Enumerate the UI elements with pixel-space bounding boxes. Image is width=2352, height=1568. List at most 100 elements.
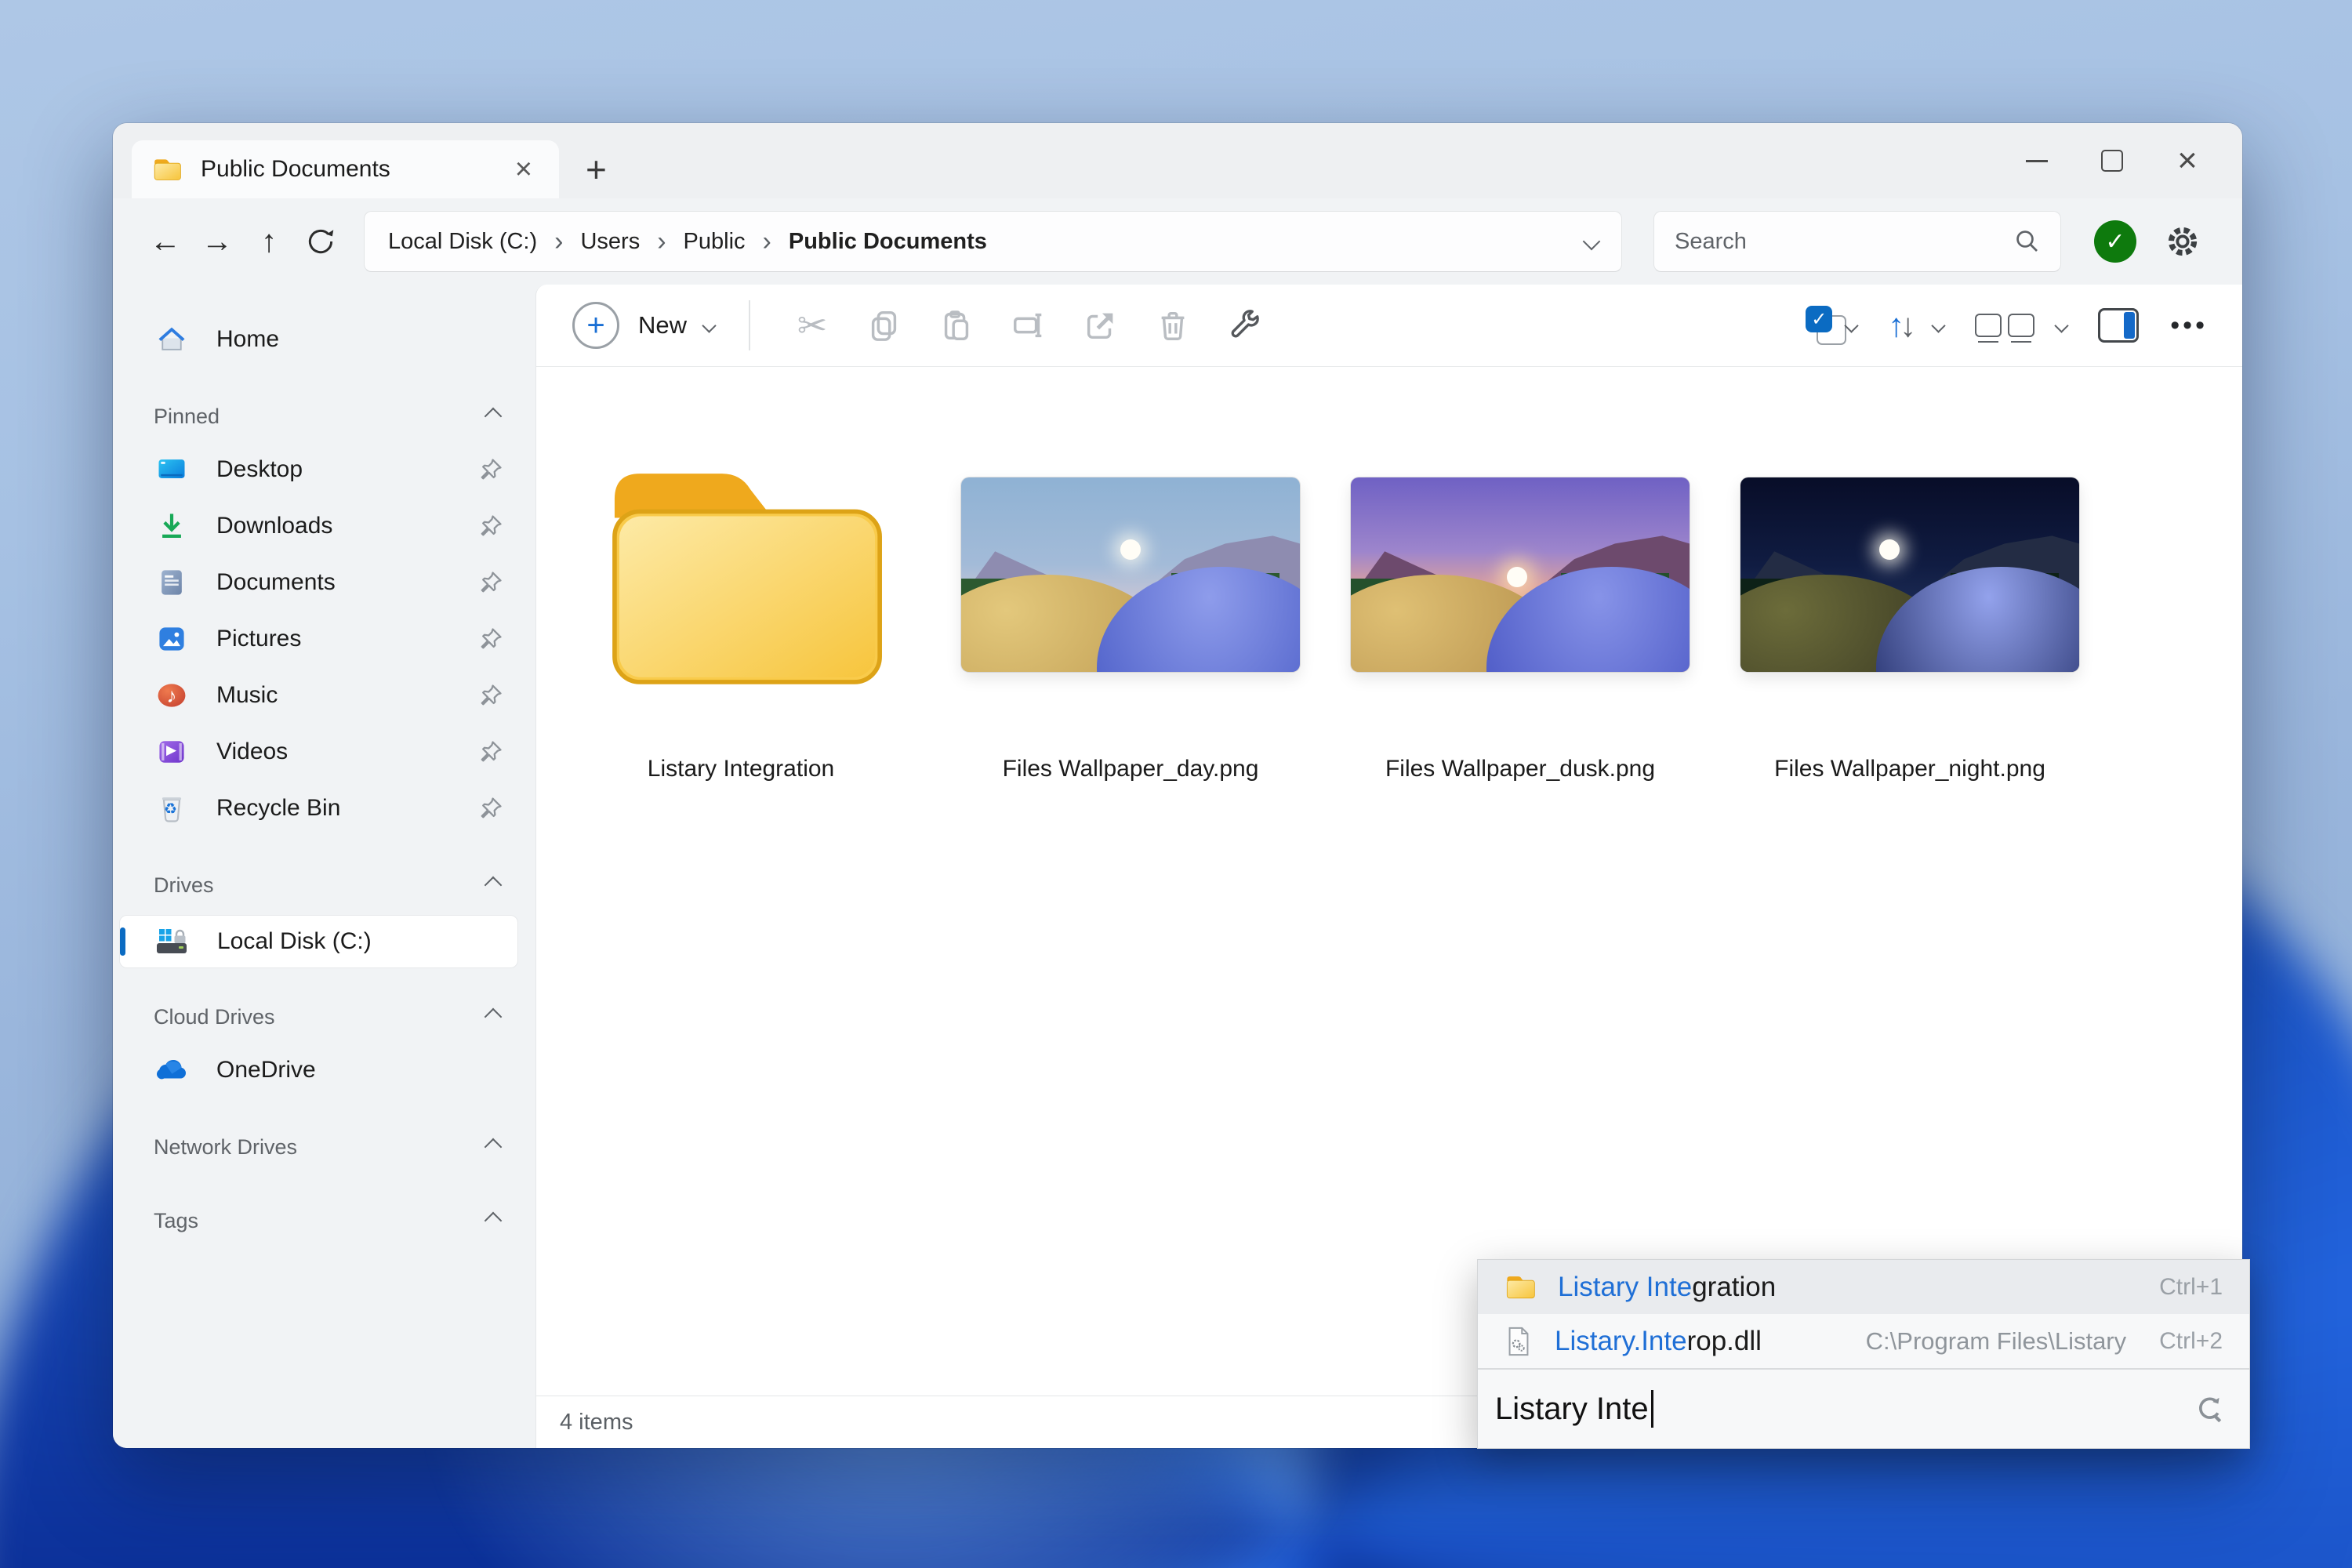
breadcrumb-separator: ›: [657, 227, 666, 256]
refresh-button[interactable]: [295, 214, 347, 269]
pin-icon[interactable]: [477, 682, 504, 709]
sidebar-item-local-disk-c[interactable]: Local Disk (C:): [119, 915, 518, 968]
minimize-button[interactable]: [1999, 132, 2074, 189]
up-button[interactable]: ↑: [243, 214, 295, 269]
play-glyph: ▶: [166, 742, 177, 757]
collapse-chevron-icon[interactable]: [484, 1007, 503, 1026]
collapse-chevron-icon[interactable]: [484, 1211, 503, 1230]
copy-button[interactable]: [857, 298, 912, 353]
sidebar-label: Videos: [216, 739, 289, 764]
file-name: Files Wallpaper_dusk.png: [1385, 756, 1656, 782]
paste-button[interactable]: [929, 298, 984, 353]
wrench-icon: [1231, 310, 1259, 338]
sort-dropdown-chevron-icon[interactable]: [1931, 318, 1946, 333]
sidebar-item-videos[interactable]: ▶ Videos: [113, 724, 535, 780]
file-item-dusk[interactable]: Files Wallpaper_dusk.png: [1344, 445, 1697, 782]
select-dropdown-chevron-icon[interactable]: [1844, 318, 1859, 333]
search-input[interactable]: [1673, 227, 2013, 256]
cut-button[interactable]: ✂: [785, 298, 840, 353]
forward-button[interactable]: →: [191, 214, 243, 269]
address-bar[interactable]: Local Disk (C:) › Users › Public › Publi…: [364, 211, 1622, 272]
pin-icon[interactable]: [477, 795, 504, 822]
pin-icon[interactable]: [477, 569, 504, 596]
close-button[interactable]: ×: [2150, 132, 2225, 189]
shortcut-hint: Ctrl+1: [2159, 1273, 2223, 1300]
plus-circle-icon: +: [572, 302, 619, 349]
local-disk-icon: [154, 924, 191, 960]
sidebar-item-documents[interactable]: Documents: [113, 554, 535, 611]
breadcrumb-local-disk[interactable]: Local Disk (C:): [388, 229, 537, 255]
recycle-bin-icon: ♻: [154, 790, 190, 826]
search-box[interactable]: [1653, 211, 2061, 272]
search-icon: [2013, 227, 2042, 256]
breadcrumb-public[interactable]: Public: [684, 229, 746, 255]
file-name: Files Wallpaper_night.png: [1774, 756, 2045, 782]
sidebar-item-onedrive[interactable]: OneDrive: [113, 1042, 535, 1098]
image-thumbnail: [954, 445, 1307, 704]
delete-button[interactable]: [1145, 298, 1200, 353]
collapse-chevron-icon[interactable]: [484, 1138, 503, 1156]
sidebar-section-drives[interactable]: Drives: [113, 860, 535, 910]
section-label: Pinned: [154, 404, 220, 428]
maximize-button[interactable]: [2074, 132, 2150, 189]
listary-result-folder[interactable]: Listary Integration Ctrl+1: [1478, 1260, 2249, 1314]
new-tab-button[interactable]: +: [586, 151, 607, 187]
text-caret: [1650, 1390, 1653, 1428]
breadcrumb-public-documents[interactable]: Public Documents: [789, 229, 987, 255]
minimize-icon: [2026, 159, 2048, 162]
sidebar-item-desktop[interactable]: Desktop: [113, 441, 535, 498]
breadcrumb-users[interactable]: Users: [580, 229, 640, 255]
pin-icon[interactable]: [477, 513, 504, 539]
listary-result-dll[interactable]: Listary.Interop.dll C:\Program Files\Lis…: [1478, 1314, 2249, 1368]
settings-button[interactable]: [2163, 222, 2202, 261]
sidebar-label: Pictures: [216, 626, 302, 652]
result-name: Listary Integration: [1558, 1271, 1777, 1302]
pin-icon[interactable]: [477, 456, 504, 483]
toolbar-divider: [749, 300, 751, 350]
preview-pane-toggle[interactable]: [2098, 308, 2140, 343]
pin-icon[interactable]: [477, 739, 504, 765]
section-label: Drives: [154, 873, 214, 897]
back-button[interactable]: ←: [140, 214, 191, 269]
sidebar-item-recycle-bin[interactable]: ♻ Recycle Bin: [113, 780, 535, 837]
file-area[interactable]: Listary Integration Files Wallpaper_day.…: [536, 367, 2242, 1396]
sidebar-label: Documents: [216, 569, 336, 595]
sidebar-section-network-drives[interactable]: Network Drives: [113, 1122, 535, 1172]
toolbar: + New ✂ ✓ ↑↓ •••: [536, 285, 2242, 367]
image-thumbnail: [1733, 445, 2086, 704]
tab-close-icon[interactable]: ×: [509, 154, 539, 184]
file-grid: Listary Integration Files Wallpaper_day.…: [564, 445, 2242, 782]
sidebar-item-music[interactable]: ♪ Music: [113, 667, 535, 724]
more-options-button[interactable]: •••: [2170, 310, 2208, 341]
sidebar-item-downloads[interactable]: Downloads: [113, 498, 535, 554]
properties-button[interactable]: [1218, 298, 1272, 353]
file-item-night[interactable]: Files Wallpaper_night.png: [1733, 445, 2086, 782]
desktop: Public Documents × + × ← → ↑ Local Disk …: [0, 0, 2352, 1568]
file-item-folder[interactable]: Listary Integration: [564, 445, 917, 782]
sidebar-section-tags[interactable]: Tags: [113, 1196, 535, 1246]
collapse-chevron-icon[interactable]: [484, 876, 503, 895]
tab-public-documents[interactable]: Public Documents ×: [132, 140, 559, 198]
sidebar-item-home[interactable]: Home: [113, 311, 535, 368]
layout-icon[interactable]: [1975, 314, 2035, 343]
pin-icon[interactable]: [477, 626, 504, 652]
titlebar[interactable]: Public Documents × + ×: [113, 123, 2242, 198]
collapse-chevron-icon[interactable]: [484, 407, 503, 426]
share-icon: [1087, 313, 1113, 339]
rename-button[interactable]: [1001, 298, 1056, 353]
result-path: C:\Program Files\Listary: [1865, 1327, 2127, 1355]
sort-icon[interactable]: ↑↓: [1888, 307, 1916, 344]
status-ok-badge[interactable]: ✓: [2094, 220, 2136, 263]
sidebar-section-pinned[interactable]: Pinned: [113, 391, 535, 441]
layout-dropdown-chevron-icon[interactable]: [2054, 318, 2069, 333]
sidebar-label: Recycle Bin: [216, 795, 341, 821]
new-button[interactable]: + New: [572, 302, 717, 349]
listary-search-input[interactable]: Listary Inte: [1478, 1368, 2249, 1448]
sidebar-label: Desktop: [216, 456, 303, 482]
select-button[interactable]: ✓: [1806, 306, 1847, 345]
sidebar-item-pictures[interactable]: Pictures: [113, 611, 535, 667]
sidebar-section-cloud-drives[interactable]: Cloud Drives: [113, 992, 535, 1042]
file-item-day[interactable]: Files Wallpaper_day.png: [954, 445, 1307, 782]
address-dropdown-chevron-icon[interactable]: [1582, 232, 1601, 251]
share-button[interactable]: [1073, 298, 1128, 353]
